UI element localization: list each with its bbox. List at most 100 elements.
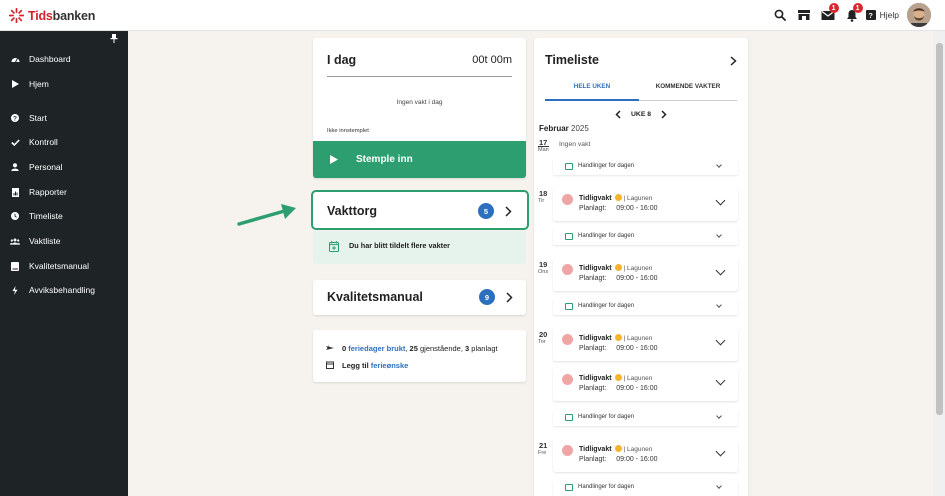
mail-badge: 1: [828, 3, 839, 13]
vacation-add: Legg til ferieønske: [342, 361, 409, 370]
shift-status-dot: [562, 194, 573, 205]
day-name: Ons: [538, 269, 549, 275]
calendar-check-icon: [565, 163, 573, 170]
chevron-down-icon: [716, 413, 722, 419]
pointer-arrow: [237, 204, 296, 226]
smiley-icon: [614, 264, 622, 271]
calendar-check-icon: [565, 414, 573, 421]
calendar-plus-icon: [329, 241, 339, 252]
day-actions-row[interactable]: Handlinger for dagen: [553, 410, 738, 426]
chevron-down-icon: [715, 446, 726, 457]
vacation-summary: 0 feriedager brukt, 25 gjenstående, 3 pl…: [342, 344, 498, 353]
chevron-down-icon: [715, 265, 726, 276]
kvalitetsmanual-card[interactable]: Kvalitetsmanual 9: [313, 280, 526, 315]
chevron-down-icon: [716, 302, 722, 308]
sidebar-item-kvalitetsmanual[interactable]: Kvalitetsmanual: [0, 258, 128, 274]
help-button[interactable]: ? Hjelp: [865, 10, 899, 20]
calendar-check-icon: [565, 484, 573, 491]
calendar-check-icon: [565, 233, 573, 240]
vakttorg-card[interactable]: Vakttorg 5: [311, 190, 529, 230]
play-icon: [10, 80, 20, 88]
calendar-check-icon: [565, 303, 573, 310]
help-label: Hjelp: [879, 10, 899, 20]
sidebar: Dashboard Hjem ? Start Kontroll Personal…: [0, 31, 128, 496]
week-label: UKE 8: [631, 111, 652, 118]
sidebar-item-personal[interactable]: Personal: [0, 159, 128, 175]
sidebar-item-avviksbehandling[interactable]: Avviksbehandling: [0, 282, 128, 298]
day-number: 18: [539, 189, 548, 198]
smiley-icon: [614, 445, 622, 452]
month-label: Februar 2025: [539, 124, 589, 133]
day-actions-row[interactable]: Handlinger for dagen: [553, 229, 738, 245]
vakttorg-title: Vakttorg: [327, 204, 378, 218]
kvalitetsmanual-count-badge: 9: [479, 289, 495, 305]
stamp-in-button[interactable]: Stemple inn: [313, 141, 526, 178]
tab-hele-uken[interactable]: HELE UKEN: [545, 83, 639, 101]
day-name: Man: [538, 147, 549, 153]
vakttorg-notice[interactable]: Du har blitt tildelt flere vakter: [313, 231, 526, 264]
sidebar-item-start[interactable]: ? Start: [0, 110, 128, 126]
shift-status-dot: [562, 264, 573, 275]
day-number: 21: [539, 441, 548, 450]
shift-status-dot: [562, 445, 573, 456]
sidebar-item-rapporter[interactable]: Rapporter: [0, 184, 128, 200]
pin-icon[interactable]: [110, 34, 120, 44]
shift-card[interactable]: Tidligvakt | Lagunen Planlagt: 09:00 - 16:…: [553, 258, 738, 291]
shift-status-dot: [562, 374, 573, 385]
report-icon: [10, 187, 20, 197]
chevron-down-icon: [715, 375, 726, 386]
clock-icon: [10, 212, 20, 220]
day-name: Fre: [538, 450, 547, 456]
scrollbar-thumb[interactable]: [936, 43, 943, 415]
sidebar-item-hjem[interactable]: Hjem: [0, 76, 128, 92]
smiley-icon: [614, 374, 622, 381]
next-week-icon[interactable]: [661, 110, 667, 119]
tab-kommende-vakter[interactable]: KOMMENDE VAKTER: [639, 83, 737, 101]
day-actions-row[interactable]: Handlinger for dagen: [553, 480, 738, 496]
today-title: I dag: [327, 53, 357, 67]
search-icon[interactable]: [768, 3, 792, 27]
vakttorg-notice-text: Du har blitt tildelt flere vakter: [349, 241, 450, 250]
check-icon: [10, 138, 20, 146]
vacation-used-link[interactable]: feriedager brukt: [348, 344, 405, 353]
chevron-down-icon: [716, 483, 722, 489]
shift-card[interactable]: Tidligvakt | Lagunen Planlagt: 09:00 - 16:…: [553, 328, 738, 361]
smiley-icon: [614, 334, 622, 341]
chevron-down-icon: [715, 195, 726, 206]
plane-icon: [326, 344, 334, 350]
chevron-right-icon: [506, 292, 513, 303]
today-hours: 00t 00m: [472, 54, 512, 66]
day-actions-row[interactable]: Handlinger for dagen: [553, 299, 738, 315]
day-name: Tor: [538, 339, 546, 345]
dashboard-icon: [10, 55, 20, 63]
day-actions-row[interactable]: Handlinger for dagen: [553, 159, 738, 175]
store-icon[interactable]: [792, 3, 816, 27]
logo[interactable]: Tidsbanken: [8, 7, 95, 24]
shift-card[interactable]: Tidligvakt | Lagunen Planlagt: 09:00 - 16:…: [553, 188, 738, 221]
day-number: 20: [539, 330, 548, 339]
help-icon: ?: [865, 10, 876, 20]
sidebar-item-kontroll[interactable]: Kontroll: [0, 134, 128, 150]
day-number: 19: [539, 260, 548, 269]
shift-card[interactable]: Tidligvakt | Lagunen Planlagt: 09:00 - 16:…: [553, 368, 738, 401]
prev-week-icon[interactable]: [615, 110, 621, 119]
sidebar-item-dashboard[interactable]: Dashboard: [0, 51, 128, 67]
shift-status-dot: [562, 334, 573, 345]
avatar[interactable]: [907, 3, 931, 27]
play-icon: [330, 155, 338, 164]
sidebar-item-timeliste[interactable]: Timeliste: [0, 208, 128, 224]
logo-sun-icon: [8, 7, 25, 24]
vacation-wish-link[interactable]: ferieønske: [371, 361, 409, 370]
bolt-icon: [10, 285, 20, 295]
no-shift-text: Ingen vakt: [559, 141, 591, 148]
chevron-right-icon[interactable]: [730, 56, 737, 66]
no-shift-text: Ingen vakt i dag: [396, 99, 443, 106]
bell-icon[interactable]: 1: [840, 3, 864, 27]
mail-icon[interactable]: 1: [816, 3, 840, 27]
timeliste-title: Timeliste: [545, 53, 599, 67]
shift-card[interactable]: Tidligvakt | Lagunen Planlagt: 09:00 - 16:…: [553, 439, 738, 472]
vacation-card: 0 feriedager brukt, 25 gjenstående, 3 pl…: [313, 330, 526, 382]
sidebar-item-vaktliste[interactable]: Vaktliste: [0, 233, 128, 249]
page-scrollbar[interactable]: [933, 31, 945, 496]
chevron-down-icon: [716, 162, 722, 168]
